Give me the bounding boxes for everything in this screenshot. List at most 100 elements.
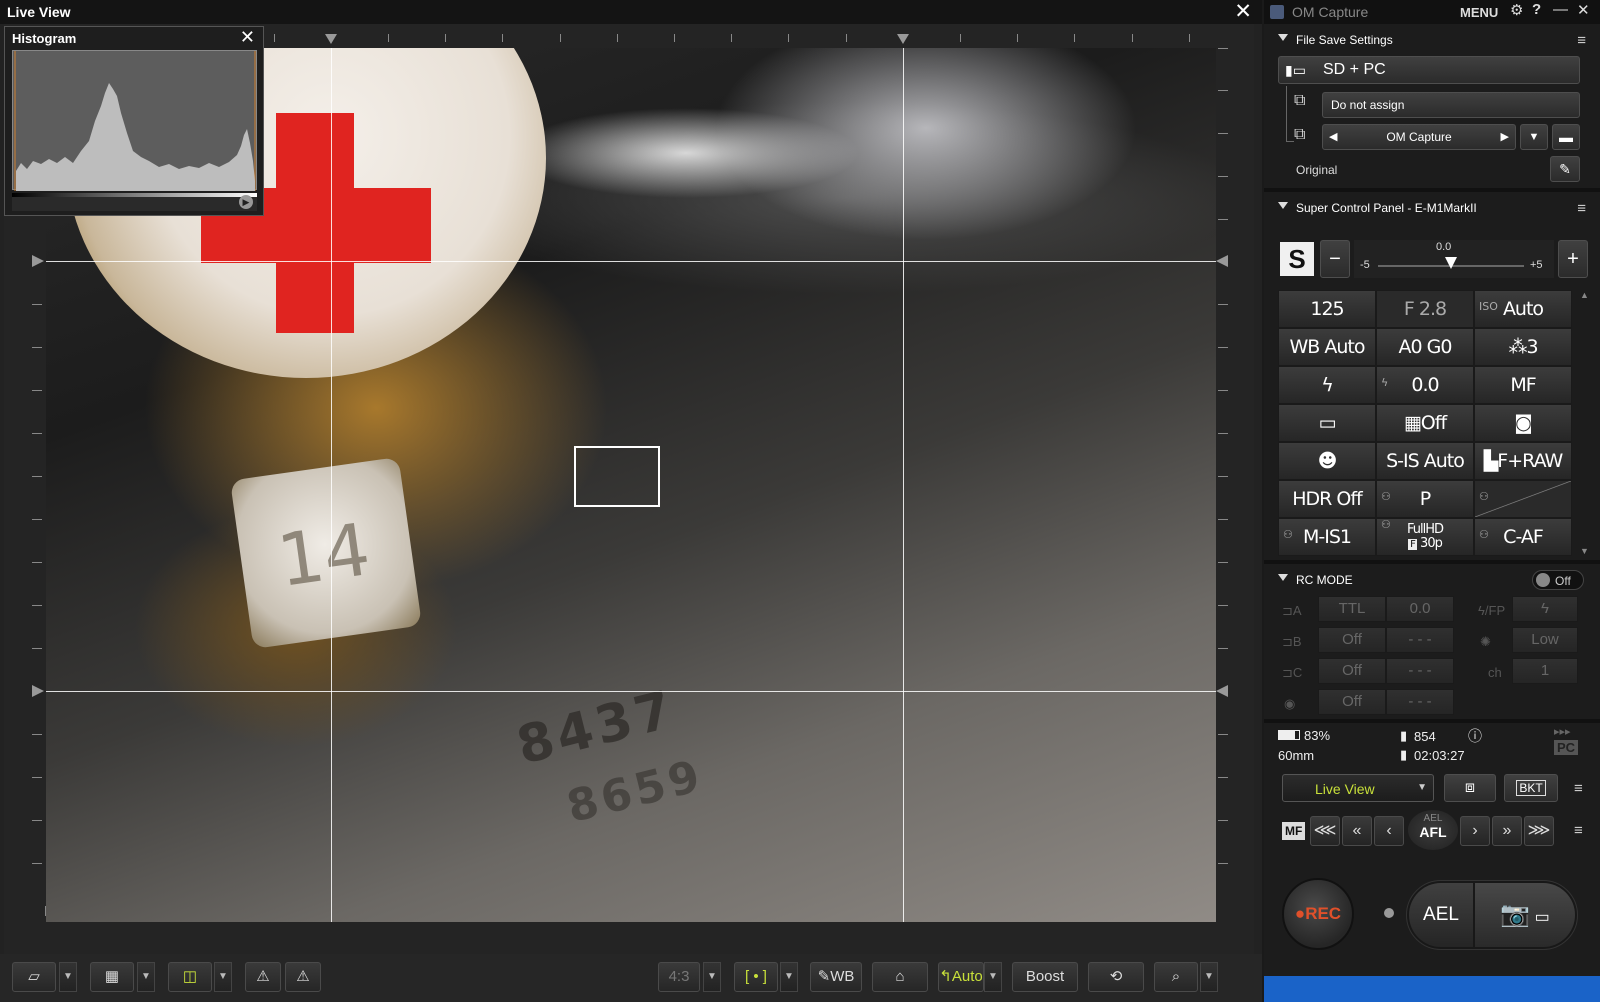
- shadow-warning-button[interactable]: ⚠: [285, 962, 321, 992]
- assign-select[interactable]: Do not assign: [1322, 92, 1580, 118]
- wb-picker-button[interactable]: ✎WB: [810, 962, 862, 992]
- next-arrow-icon[interactable]: ▶: [1501, 125, 1509, 149]
- iso-cell[interactable]: ISO Auto: [1474, 290, 1572, 328]
- rc-group-c-label: ⊐C: [1282, 665, 1302, 681]
- rc-fp-label: ϟ/FP: [1478, 603, 1505, 618]
- movie-mode-value: P: [1419, 488, 1432, 510]
- folder-label: OM Capture: [1386, 130, 1452, 144]
- chevron-down-icon: ▼: [1417, 782, 1427, 793]
- iso-label: ISO: [1479, 300, 1498, 313]
- movie-tag: F: [1408, 539, 1417, 550]
- scroll-up-icon[interactable]: ▲: [1580, 290, 1589, 300]
- chevron-down-icon[interactable]: ▼: [703, 962, 721, 992]
- exposure-knob[interactable]: [1445, 257, 1457, 269]
- view-select[interactable]: Live View ▼: [1282, 774, 1434, 802]
- grid-button[interactable]: ▦: [90, 962, 134, 992]
- image-quality-cell[interactable]: ▙F+RAW: [1474, 442, 1572, 480]
- capture-mode-button[interactable]: ⧈: [1444, 774, 1496, 802]
- zoom-button[interactable]: ⌕: [1154, 962, 1198, 992]
- highlight-warning-button[interactable]: ⚠: [245, 962, 281, 992]
- metering-cell[interactable]: ▦Off: [1376, 404, 1474, 442]
- hamburger-icon[interactable]: ≡: [1577, 200, 1586, 217]
- om-capture-titlebar: OM Capture MENU ⚙ ? — ✕: [1264, 0, 1600, 24]
- focus-mode-cell[interactable]: MF: [1474, 366, 1572, 404]
- prev-arrow-icon[interactable]: ◀: [1329, 125, 1337, 149]
- focus-near-large-button[interactable]: ⋘: [1310, 816, 1340, 846]
- edit-format-button[interactable]: ✎: [1550, 156, 1580, 182]
- stabilizer-cell[interactable]: S-IS Auto: [1376, 442, 1474, 480]
- help-icon[interactable]: ?: [1532, 1, 1541, 18]
- rotate-frame-button[interactable]: ▱: [12, 962, 56, 992]
- af-target-frame[interactable]: [574, 446, 660, 507]
- metering-mode-cell[interactable]: ◙: [1474, 404, 1572, 442]
- refresh-button[interactable]: ⟲: [1088, 962, 1144, 992]
- hdr-cell[interactable]: HDR Off: [1278, 480, 1376, 518]
- save-destination[interactable]: ▮▭ SD + PC: [1278, 56, 1580, 84]
- focus-near-medium-button[interactable]: «: [1342, 816, 1372, 846]
- folder-dropdown-button[interactable]: ▼: [1520, 124, 1548, 150]
- white-balance-cell[interactable]: WB Auto: [1278, 328, 1376, 366]
- focus-near-small-button[interactable]: ‹: [1374, 816, 1404, 846]
- af-points-cell[interactable]: ⁂3: [1474, 328, 1572, 366]
- minimize-icon[interactable]: —: [1553, 1, 1568, 18]
- gear-icon[interactable]: ⚙: [1510, 1, 1523, 19]
- hamburger-icon[interactable]: ≡: [1574, 780, 1583, 797]
- movie-mode-cell[interactable]: ⚇ P: [1376, 480, 1474, 518]
- aperture-cell[interactable]: F 2.8: [1376, 290, 1474, 328]
- face-priority-cell[interactable]: ☻: [1278, 442, 1376, 480]
- boost-button[interactable]: Boost: [1012, 962, 1078, 992]
- chevron-down-icon[interactable]: ▼: [214, 962, 232, 992]
- rec-dot-icon: ●: [1294, 904, 1306, 923]
- ael-afl-button[interactable]: AEL AFL: [1408, 810, 1458, 850]
- rc-light-value: Low: [1512, 627, 1578, 653]
- open-folder-button[interactable]: ▬: [1552, 124, 1580, 150]
- exposure-slider[interactable]: 0.0 -5 +5: [1354, 240, 1554, 278]
- menu-button[interactable]: MENU: [1460, 5, 1498, 20]
- live-view-title: Live View: [7, 4, 71, 20]
- bkt-button[interactable]: BKT: [1504, 774, 1558, 802]
- scp-scrollbar[interactable]: ▲ ▼: [1580, 290, 1592, 556]
- chevron-down-icon[interactable]: ▼: [137, 962, 155, 992]
- chevron-down-icon[interactable]: ▼: [984, 962, 1002, 992]
- focus-far-large-button[interactable]: ⋙: [1524, 816, 1554, 846]
- focus-far-small-button[interactable]: ›: [1460, 816, 1490, 846]
- chevron-down-icon[interactable]: ▼: [780, 962, 798, 992]
- camera-icon: 📷: [1500, 901, 1531, 928]
- super-control-header[interactable]: Super Control Panel - E-M1MarkII ≡: [1264, 194, 1600, 222]
- file-save-header[interactable]: File Save Settings ≡: [1264, 26, 1600, 54]
- focus-far-medium-button[interactable]: »: [1492, 816, 1522, 846]
- info-icon[interactable]: ⓘ: [1468, 726, 1482, 746]
- hamburger-icon[interactable]: ≡: [1577, 32, 1586, 49]
- shutter-speed-cell[interactable]: 125: [1278, 290, 1376, 328]
- flash-comp-cell[interactable]: ϟ 0.0: [1376, 366, 1474, 404]
- shutter-button[interactable]: 📷 ▭: [1475, 883, 1575, 947]
- wb-compensation-cell[interactable]: A0 G0: [1376, 328, 1474, 366]
- collapse-arrow-icon: [1278, 34, 1288, 41]
- aspect-ratio-button[interactable]: 4:3: [658, 962, 700, 992]
- chevron-down-icon[interactable]: ▼: [59, 962, 77, 992]
- movie-empty-cell[interactable]: ⚇: [1474, 480, 1572, 518]
- movie-is-cell[interactable]: ⚇ M-IS1: [1278, 518, 1376, 556]
- folder-select[interactable]: ◀ OM Capture ▶: [1322, 124, 1516, 150]
- auto-button[interactable]: ↰Auto: [938, 962, 984, 992]
- rec-button[interactable]: ●REC: [1282, 878, 1354, 950]
- movie-quality-cell[interactable]: ⚇ FullHD F 30p: [1376, 518, 1474, 556]
- guide-lines-button[interactable]: ◫: [168, 962, 212, 992]
- ael-button[interactable]: AEL: [1409, 883, 1473, 947]
- flash-mode-cell[interactable]: ϟ: [1278, 366, 1376, 404]
- close-icon[interactable]: ✕: [1577, 1, 1590, 19]
- close-icon[interactable]: ✕: [1234, 0, 1252, 24]
- movie-af-cell[interactable]: ⚇ C-AF: [1474, 518, 1572, 556]
- play-icon[interactable]: ▶: [239, 195, 253, 209]
- hamburger-icon[interactable]: ≡: [1574, 822, 1583, 839]
- exposure-plus-button[interactable]: +: [1558, 240, 1588, 278]
- drive-mode-cell[interactable]: ▭: [1278, 404, 1376, 442]
- chevron-down-icon[interactable]: ▼: [1200, 962, 1218, 992]
- exposure-minus-button[interactable]: −: [1320, 240, 1350, 278]
- rc-mode-toggle[interactable]: Off: [1532, 570, 1584, 590]
- af-area-button[interactable]: [ • ]: [734, 962, 778, 992]
- scroll-down-icon[interactable]: ▼: [1580, 546, 1589, 556]
- camera-preview-icon: ⧈: [1464, 779, 1476, 796]
- remote-button[interactable]: ⌂: [872, 962, 928, 992]
- close-icon[interactable]: ✕: [240, 27, 255, 48]
